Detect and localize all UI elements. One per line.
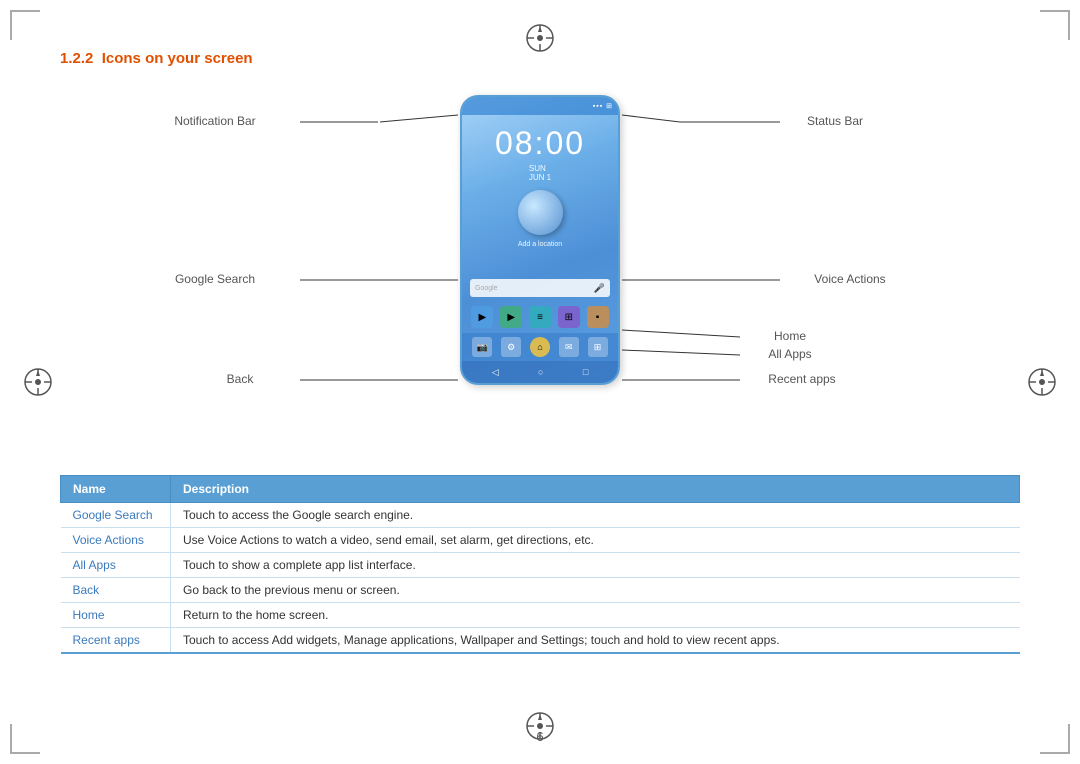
phone-time-area: 08:00 SUN JUN 1 Add a location [462, 115, 618, 273]
phone-mockup: ▪▪▪ ⊞ 08:00 SUN JUN 1 Add a location Goo… [460, 95, 620, 385]
nav-recent: □ [583, 367, 588, 377]
app-icon-4: ⊞ [558, 306, 580, 328]
nav-back: ◁ [492, 367, 499, 378]
header-name: Name [61, 476, 171, 503]
label-status-bar: Status Bar [807, 114, 863, 128]
cell-name-5: Recent apps [61, 628, 171, 654]
label-home: Home [774, 329, 806, 343]
table-header: Name Description [61, 476, 1020, 503]
label-google-search: Google Search [175, 272, 255, 286]
cell-description-2: Touch to show a complete app list interf… [171, 553, 1020, 578]
label-back: Back [227, 372, 255, 386]
cell-name-3: Back [61, 578, 171, 603]
cell-description-3: Go back to the previous menu or screen. [171, 578, 1020, 603]
cell-name-0: Google Search [61, 503, 171, 528]
phone-date: SUN JUN 1 [529, 164, 551, 182]
nav-home: ○ [538, 367, 543, 377]
dock-home-button: ⌂ [530, 337, 550, 357]
phone-globe [518, 190, 563, 235]
header-description: Description [171, 476, 1020, 503]
phone-navbar: ◁ ○ □ [462, 361, 618, 383]
cell-description-5: Touch to access Add widgets, Manage appl… [171, 628, 1020, 654]
phone-dock: 📷 ⚙ ⌂ ✉ ⊞ [462, 333, 618, 361]
corner-mark-bl [10, 724, 40, 754]
phone-apps-row: ▶ ▶ ≡ ⊞ ▪ [462, 303, 618, 331]
dock-icon-camera: ⚙ [501, 337, 521, 357]
app-icon-1: ▶ [471, 306, 493, 328]
compass-right [1026, 366, 1058, 398]
phone-search-bar: Google 🎤 [470, 279, 610, 297]
table-row: Google SearchTouch to access the Google … [61, 503, 1020, 528]
page-content: 1.2.2 Icons on your screen ▪▪▪ ⊞ 08:00 S… [60, 50, 1020, 714]
cell-description-4: Return to the home screen. [171, 603, 1020, 628]
cell-name-4: Home [61, 603, 171, 628]
phone-time: 08:00 [495, 125, 585, 162]
corner-mark-tr [1040, 10, 1070, 40]
cell-name-2: All Apps [61, 553, 171, 578]
app-icon-5: ▪ [587, 306, 609, 328]
corner-mark-br [1040, 724, 1070, 754]
phone-search-text: Google [475, 285, 594, 292]
dock-icon-phone: 📷 [472, 337, 492, 357]
cell-description-1: Use Voice Actions to watch a video, send… [171, 528, 1020, 553]
app-icon-3: ≡ [529, 306, 551, 328]
dock-icon-apps: ⊞ [588, 337, 608, 357]
app-icon-2: ▶ [500, 306, 522, 328]
compass-bottom [524, 710, 556, 742]
table-row: Recent appsTouch to access Add widgets, … [61, 628, 1020, 654]
table-row: HomeReturn to the home screen. [61, 603, 1020, 628]
cell-description-0: Touch to access the Google search engine… [171, 503, 1020, 528]
table-row: BackGo back to the previous menu or scre… [61, 578, 1020, 603]
phone-status-bar: ▪▪▪ ⊞ [462, 97, 618, 115]
table-row: Voice ActionsUse Voice Actions to watch … [61, 528, 1020, 553]
table-body: Google SearchTouch to access the Google … [61, 503, 1020, 654]
section-number: 1.2.2 [60, 50, 93, 67]
label-recent-apps: Recent apps [768, 372, 835, 386]
corner-mark-tl [10, 10, 40, 40]
label-notification-bar: Notification Bar [174, 114, 255, 128]
phone-mic-icon: 🎤 [594, 283, 605, 294]
phone-screen: ▪▪▪ ⊞ 08:00 SUN JUN 1 Add a location Goo… [462, 97, 618, 383]
cell-name-1: Voice Actions [61, 528, 171, 553]
phone-location-text: Add a location [518, 241, 562, 248]
section-title: Icons on your screen [102, 50, 253, 67]
phone-status-icons: ▪▪▪ ⊞ [593, 102, 613, 110]
label-voice-actions: Voice Actions [814, 272, 885, 286]
section-heading: 1.2.2 Icons on your screen [60, 50, 1020, 67]
diagram-area: ▪▪▪ ⊞ 08:00 SUN JUN 1 Add a location Goo… [60, 85, 1020, 465]
description-table: Name Description Google SearchTouch to a… [60, 475, 1020, 654]
label-all-apps: All Apps [768, 347, 811, 361]
table-row: All AppsTouch to show a complete app lis… [61, 553, 1020, 578]
dock-icon-mail: ✉ [559, 337, 579, 357]
compass-left [22, 366, 54, 398]
